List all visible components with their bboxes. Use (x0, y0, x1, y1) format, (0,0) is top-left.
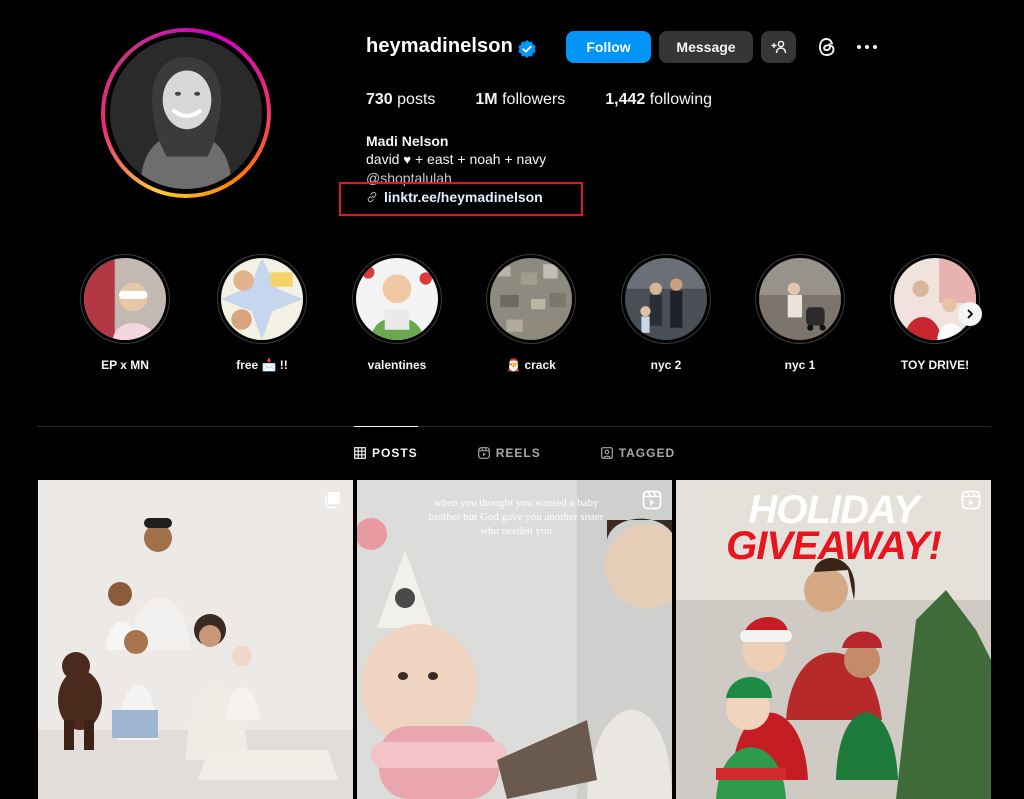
following-count[interactable]: 1,442 following (605, 91, 712, 109)
highlight-cover (894, 258, 976, 340)
avatar-photo (110, 37, 262, 189)
highlight-item[interactable]: nyc 1 (755, 254, 845, 372)
followers-count-label: followers (502, 91, 566, 108)
tab-posts-label: POSTS (372, 446, 418, 460)
profile-username: heymadinelson (366, 35, 513, 57)
avatar (110, 37, 262, 189)
highlight-item[interactable]: nyc 2 (621, 254, 711, 372)
highlight-cover (84, 258, 166, 340)
bio-line: david ♥ + east + noah + navy (366, 150, 546, 169)
tabs-divider (37, 426, 991, 427)
profile-stats: 730 posts 1M followers 1,442 following (366, 91, 752, 109)
post-caption-overlay: when you thought you wanted a baby broth… (428, 497, 604, 537)
post-image (38, 480, 353, 799)
highlight-cover (759, 258, 841, 340)
highlight-label: nyc 2 (650, 358, 682, 372)
highlight-label: EP x MN (101, 358, 149, 372)
posts-count: 730 posts (366, 91, 435, 109)
profile-avatar-ring[interactable] (101, 28, 271, 198)
highlight-item[interactable]: free 📩 !! (217, 254, 307, 372)
highlight-ring (486, 254, 576, 344)
highlights-next-button[interactable] (958, 302, 982, 326)
tagged-icon (600, 447, 613, 459)
post-tile[interactable]: HOLIDAY GIVEAWAY! (676, 480, 991, 799)
bio-line-start: david (366, 151, 400, 167)
following-count-label: following (649, 91, 712, 108)
followers-count[interactable]: 1M followers (475, 91, 565, 109)
posts-count-label: posts (397, 91, 436, 108)
reels-icon (961, 490, 981, 510)
highlight-cover (490, 258, 572, 340)
highlight-ring (352, 254, 442, 344)
posts-grid: when you thought you wanted a baby broth… (38, 480, 992, 799)
add-user-icon (771, 40, 786, 54)
carousel-icon (325, 492, 340, 509)
following-count-value: 1,442 (605, 91, 646, 108)
highlight-ring (217, 254, 307, 344)
tab-tagged-label: TAGGED (618, 446, 676, 460)
message-button[interactable]: Message (659, 31, 753, 63)
bio-line-end: + east + noah + navy (414, 151, 547, 167)
highlight-item[interactable]: valentines (352, 254, 442, 372)
grid-icon (354, 447, 366, 459)
more-options-icon[interactable] (855, 37, 879, 57)
profile-full-name: Madi Nelson (366, 133, 449, 149)
followers-count-value: 1M (475, 91, 498, 108)
highlight-ring (755, 254, 845, 344)
highlight-label: nyc 1 (784, 358, 816, 372)
verified-badge-icon (518, 40, 536, 58)
profile-tabs: POSTS REELS TAGGED (354, 446, 675, 460)
avatar-frame (105, 32, 267, 194)
highlight-cover (221, 258, 303, 340)
posts-count-value: 730 (366, 91, 393, 108)
reels-icon (642, 490, 662, 510)
heart-icon: ♥ (403, 152, 412, 167)
highlight-item[interactable]: 🎅 crack (486, 254, 576, 372)
chevron-right-icon (967, 309, 973, 319)
follow-button[interactable]: Follow (566, 31, 651, 63)
tab-reels[interactable]: REELS (477, 446, 541, 460)
suggest-accounts-button[interactable] (761, 31, 796, 63)
highlight-label: 🎅 crack (506, 358, 556, 372)
highlight-cover (625, 258, 707, 340)
post-tile[interactable]: when you thought you wanted a baby broth… (357, 480, 672, 799)
reels-icon (477, 447, 490, 459)
highlight-ring (621, 254, 711, 344)
highlight-cover (356, 258, 438, 340)
highlight-ring (80, 254, 170, 344)
post-tile[interactable] (38, 480, 353, 799)
tab-posts[interactable]: POSTS (354, 446, 418, 460)
highlight-item[interactable]: EP x MN (80, 254, 170, 372)
highlight-ring (890, 254, 980, 344)
story-highlights: EP x MN free 📩 !! valentines 🎅 crack nyc… (80, 254, 990, 374)
threads-icon[interactable] (815, 35, 839, 59)
active-tab-indicator (354, 426, 418, 427)
tab-tagged[interactable]: TAGGED (600, 446, 676, 460)
tab-reels-label: REELS (495, 446, 541, 460)
post-title-line2: GIVEAWAY! (726, 524, 942, 568)
highlight-label: TOY DRIVE! (900, 358, 970, 372)
annotation-highlight-box (339, 182, 583, 216)
highlight-label: free 📩 !! (236, 358, 288, 372)
highlight-label: valentines (367, 358, 427, 372)
